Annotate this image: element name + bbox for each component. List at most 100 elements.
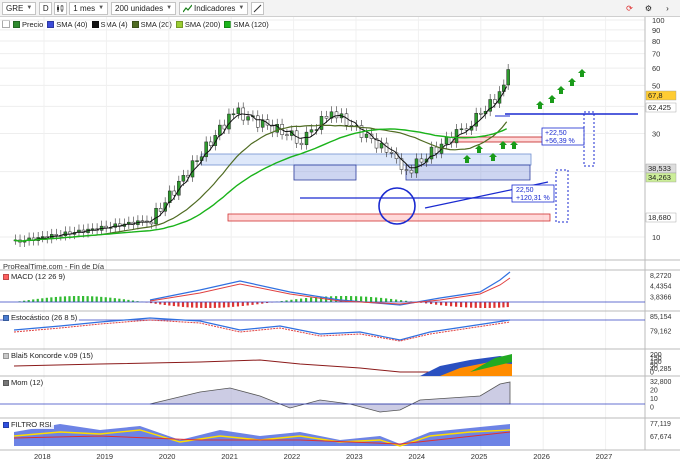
- candle: [13, 239, 18, 242]
- y-tick-label: 90: [652, 26, 660, 35]
- candle: [483, 110, 488, 115]
- candle: [439, 143, 444, 154]
- refresh-icon[interactable]: ⟳: [623, 2, 636, 15]
- range-box: [293, 164, 357, 181]
- candle: [444, 137, 449, 145]
- panel-title-mom[interactable]: Mom (12): [3, 378, 46, 387]
- macd-bar: [154, 302, 157, 304]
- arrow-up-icon: [548, 95, 556, 103]
- chevron-down-icon: ▼: [26, 5, 33, 11]
- macd-bar: [266, 302, 269, 304]
- price-chart[interactable]: +22,50 +56,39 % 22,50 +120,31 % 10090807…: [0, 0, 680, 462]
- macd-bar: [310, 297, 313, 302]
- candle: [299, 142, 304, 146]
- macd-bar: [320, 296, 323, 302]
- candle: [344, 113, 349, 126]
- candle: [409, 169, 414, 174]
- candle: [18, 239, 22, 243]
- macd-bar: [484, 302, 487, 308]
- y-tick-label: 10: [652, 233, 660, 242]
- legend-item-price[interactable]: Precio: [13, 20, 43, 29]
- y-tick-label: 50: [652, 81, 660, 90]
- trend-line: [424, 181, 549, 209]
- panel-title: Estocástico (26 8 5): [11, 313, 78, 322]
- x-tick-label: 2027: [596, 452, 613, 461]
- panel-title-stoch[interactable]: Estocástico (26 8 5): [3, 313, 80, 322]
- panel-title-rsi[interactable]: FILTRO RSI: [3, 420, 54, 429]
- candle: [280, 124, 284, 135]
- sma-line: [13, 128, 508, 242]
- candle: [354, 125, 359, 127]
- x-tick-label: 2025: [471, 452, 488, 461]
- legend-swatch: [131, 20, 139, 28]
- candle: [27, 237, 31, 242]
- candle: [113, 223, 117, 228]
- candle: [99, 225, 104, 231]
- candle: [218, 124, 222, 136]
- panel-title: Mom (12): [11, 378, 44, 387]
- macd-bar: [305, 298, 308, 302]
- macd-bar: [474, 302, 477, 308]
- mode-button[interactable]: D: [39, 1, 53, 15]
- macd-bar: [350, 296, 353, 302]
- chevron-right-icon[interactable]: ›: [661, 2, 674, 15]
- price-label-bg: [645, 102, 677, 113]
- candle: [204, 141, 208, 158]
- candle: [140, 220, 145, 223]
- legend-swatch: [47, 20, 55, 28]
- legend-item-sma4[interactable]: SMA (4): [91, 20, 128, 29]
- legend-item-sma40[interactable]: SMA (40): [47, 20, 88, 29]
- candle: [190, 160, 195, 178]
- candle: [186, 175, 190, 178]
- macd-bar: [365, 296, 368, 302]
- panel-title: MACD (12 26 9): [11, 272, 66, 281]
- panel-axis-label: 10: [650, 396, 658, 403]
- candle: [167, 190, 172, 203]
- x-tick-label: 2018: [34, 452, 51, 461]
- period-select[interactable]: 1 mes ▼: [69, 1, 109, 15]
- panel-axis-label: 200: [650, 352, 662, 359]
- candle: [246, 116, 250, 121]
- legend-item-sma200[interactable]: SMA (200): [175, 20, 220, 29]
- candle: [265, 119, 270, 126]
- candle: [294, 130, 299, 144]
- projection-box: [555, 169, 569, 223]
- macd-bar: [104, 297, 107, 302]
- candle: [260, 119, 265, 128]
- candle: [181, 175, 186, 182]
- macd-bar: [460, 302, 463, 308]
- macd-bar: [209, 302, 212, 308]
- settings-icon[interactable]: ⚙: [642, 2, 655, 15]
- candle: [68, 231, 72, 235]
- candle: [36, 237, 40, 241]
- panel-title-macd[interactable]: MACD (12 26 9): [3, 272, 68, 281]
- arrow-up-icon: [489, 153, 497, 161]
- chevron-down-icon: ▼: [98, 5, 105, 11]
- legend-swatch: [13, 20, 20, 28]
- draw-tool-icon[interactable]: [251, 1, 265, 15]
- candle: [314, 129, 319, 131]
- chart-type-icon[interactable]: [54, 1, 68, 15]
- period-label: 1 mes: [73, 3, 96, 13]
- legend-item-sma20[interactable]: SMA (20): [131, 20, 172, 29]
- macd-bar: [395, 299, 398, 302]
- candle: [493, 99, 497, 104]
- symbol-select[interactable]: GRE ▼: [2, 1, 37, 15]
- macd-bar: [41, 298, 44, 302]
- panel-axis-label: 8,2720: [650, 273, 672, 280]
- momentum-area: [149, 381, 511, 413]
- panel-title-blai[interactable]: Blai5 Koncorde v.09 (15): [3, 351, 95, 360]
- macd-bar: [54, 296, 57, 302]
- units-select[interactable]: 200 unidades ▼: [111, 1, 177, 15]
- macd-bar: [435, 302, 438, 305]
- macd-bar: [380, 297, 383, 302]
- x-tick-label: 2026: [533, 452, 550, 461]
- legend-item-sma120[interactable]: SMA (120): [224, 20, 269, 29]
- macd-bar: [172, 302, 175, 307]
- koncorde-line: [13, 357, 511, 373]
- macd-bar: [232, 302, 235, 307]
- candle: [469, 125, 474, 131]
- macd-bar: [290, 299, 293, 302]
- candle: [59, 235, 63, 237]
- indicators-button[interactable]: Indicadores ▼: [179, 1, 249, 15]
